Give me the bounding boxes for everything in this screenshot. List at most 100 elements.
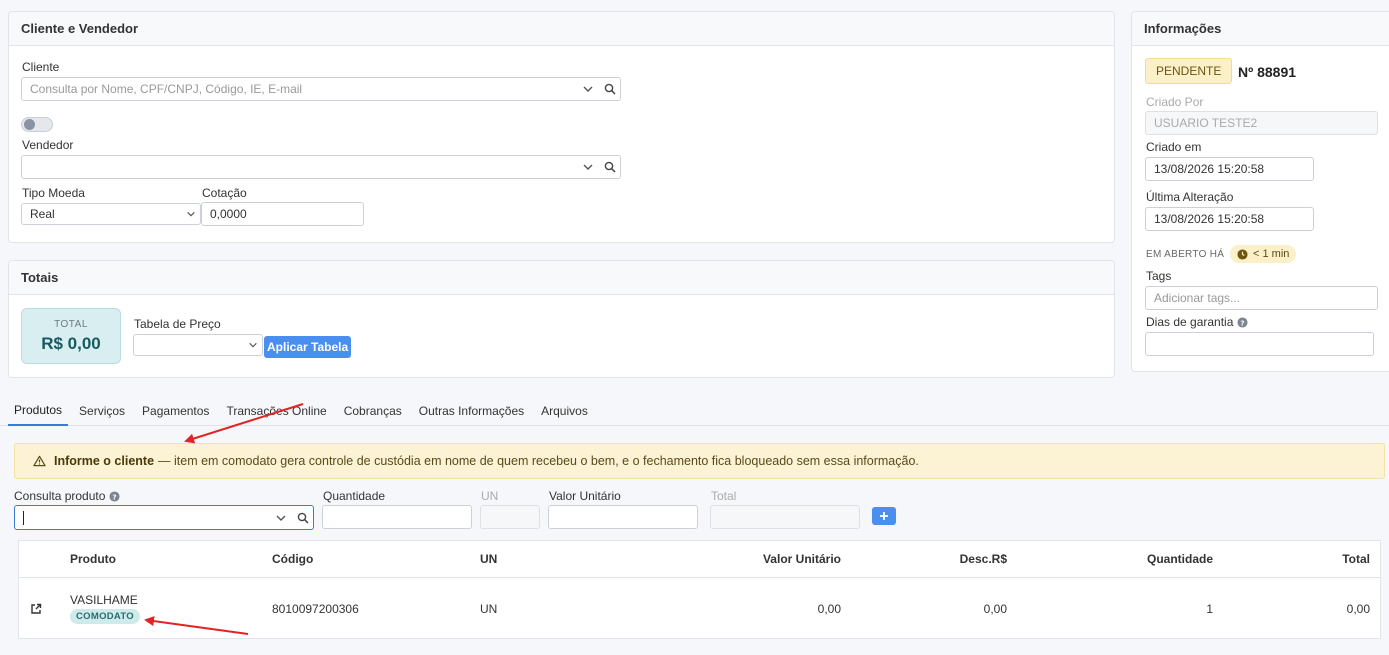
dias-garantia-input[interactable]	[1145, 332, 1374, 356]
consulta-produto-text: Consulta produto	[14, 489, 106, 503]
clock-icon	[1237, 248, 1248, 260]
em-aberto-value: < 1 min	[1253, 248, 1290, 260]
cliente-toggle[interactable]	[21, 117, 53, 132]
tab-arquivos[interactable]: Arquivos	[535, 396, 594, 426]
header-un: UN	[480, 552, 498, 566]
valor-unitario-cell: 0,00	[817, 601, 841, 616]
order-number: Nº 88891	[1238, 64, 1297, 80]
quantidade-input[interactable]	[322, 505, 472, 529]
valor-unitario-label: Valor Unitário	[549, 489, 621, 503]
tags-label: Tags	[1146, 269, 1172, 283]
tab-bar: Produtos Serviços Pagamentos Transações …	[0, 396, 1389, 426]
svg-text:?: ?	[113, 492, 117, 501]
help-icon[interactable]: ?	[1237, 316, 1248, 328]
header-desc: Desc.R$	[959, 552, 1007, 566]
tab-outras-informacoes[interactable]: Outras Informações	[413, 396, 530, 426]
tipo-moeda-value: Real	[30, 207, 55, 221]
tabela-preco-label: Tabela de Preço	[134, 317, 221, 331]
criado-em-field: 13/08/2026 15:20:58	[1145, 157, 1314, 181]
comodato-badge: COMODATO	[70, 609, 140, 624]
cotacao-value: 0,0000	[210, 207, 247, 221]
alert-text: — item em comodato gera controle de cust…	[158, 454, 919, 468]
alert-bold: Informe o cliente	[54, 454, 155, 468]
em-aberto-label: EM ABERTO HÁ	[1146, 249, 1225, 260]
table-header: Produto Código UN Valor Unitário Desc.R$…	[19, 541, 1380, 578]
codigo-cell: 8010097200306	[272, 601, 359, 616]
cliente-select[interactable]: Consulta por Nome, CPF/CNPJ, Código, IE,…	[21, 77, 621, 101]
header-quantidade: Quantidade	[1146, 552, 1213, 566]
help-icon[interactable]: ?	[109, 490, 120, 502]
status-badge: PENDENTE	[1145, 58, 1233, 84]
search-icon[interactable]	[604, 83, 616, 95]
open-row-button[interactable]	[30, 578, 42, 639]
valor-unitario-input[interactable]	[548, 505, 698, 529]
search-icon[interactable]	[604, 161, 616, 173]
chevron-down-icon[interactable]	[582, 83, 594, 95]
informacoes-panel: Informações PENDENTE Nº 88891 Criado Por…	[1131, 11, 1389, 372]
cliente-vendedor-panel: Cliente e Vendedor Cliente Consulta por …	[8, 11, 1115, 243]
total-label: Total	[711, 489, 737, 503]
ultima-alteracao-field: 13/08/2026 15:20:58	[1145, 207, 1314, 231]
cotacao-label: Cotação	[202, 186, 247, 200]
produto-cell: VASILHAME COMODATO	[70, 578, 140, 639]
external-link-icon[interactable]	[30, 603, 42, 615]
tab-produtos[interactable]: Produtos	[8, 396, 69, 426]
panel-title: Cliente e Vendedor	[9, 12, 1114, 46]
total-box: TOTAL R$ 0,00	[21, 308, 121, 364]
criado-por-value: USUARIO TESTE2	[1154, 116, 1258, 130]
tab-pagamentos[interactable]: Pagamentos	[136, 396, 215, 426]
panel-title: Informações	[1132, 12, 1389, 46]
total-label: TOTAL	[54, 319, 88, 330]
total-cell: 0,00	[1346, 601, 1370, 616]
totais-panel: Totais TOTAL R$ 0,00 Tabela de Preço Apl…	[8, 260, 1115, 378]
add-product-button[interactable]	[872, 507, 896, 525]
vendedor-label: Vendedor	[22, 138, 74, 152]
chevron-down-icon[interactable]	[275, 512, 287, 524]
text-cursor	[23, 510, 24, 525]
cliente-placeholder: Consulta por Nome, CPF/CNPJ, Código, IE,…	[30, 82, 303, 96]
products-table: Produto Código UN Valor Unitário Desc.R$…	[18, 540, 1381, 639]
tab-servicos[interactable]: Serviços	[73, 396, 131, 426]
header-codigo: Código	[272, 552, 314, 566]
plus-icon	[879, 511, 889, 521]
chevron-down-icon[interactable]	[582, 161, 594, 173]
toggle-knob	[24, 119, 35, 130]
criado-por-field: USUARIO TESTE2	[1145, 111, 1378, 135]
consulta-produto-select[interactable]	[14, 505, 314, 530]
un-cell: UN	[480, 601, 498, 616]
consulta-produto-label: Consulta produto ?	[14, 489, 120, 503]
dias-garantia-text: Dias de garantia	[1146, 315, 1234, 329]
quantidade-label: Quantidade	[323, 489, 386, 503]
tipo-moeda-select[interactable]: Real	[21, 203, 201, 225]
total-input	[710, 505, 860, 529]
tab-transacoes-online[interactable]: Transações Online	[220, 396, 332, 426]
vendedor-select[interactable]	[21, 155, 621, 179]
tags-placeholder: Adicionar tags...	[1154, 291, 1241, 305]
un-label: UN	[481, 489, 499, 503]
tab-cobrancas[interactable]: Cobranças	[338, 396, 408, 426]
cotacao-input[interactable]: 0,0000	[201, 202, 364, 226]
table-row[interactable]: VASILHAME COMODATO 8010097200306 UN 0,00…	[19, 578, 1380, 639]
panel-title: Totais	[9, 261, 1114, 295]
tipo-moeda-label: Tipo Moeda	[22, 186, 85, 200]
header-valor-unitario: Valor Unitário	[762, 552, 841, 566]
un-input	[480, 505, 540, 529]
em-aberto-chip: < 1 min	[1230, 245, 1297, 263]
quantidade-cell: 1	[1206, 601, 1213, 616]
header-produto: Produto	[70, 552, 116, 566]
produto-name: VASILHAME	[70, 593, 138, 607]
search-icon[interactable]	[297, 512, 309, 524]
warning-icon	[33, 455, 46, 467]
tags-input[interactable]: Adicionar tags...	[1145, 286, 1378, 310]
svg-text:?: ?	[1241, 318, 1245, 327]
criado-por-label: Criado Por	[1146, 95, 1204, 109]
aplicar-tabela-button[interactable]: Aplicar Tabela	[264, 336, 352, 358]
chevron-down-icon	[186, 209, 196, 219]
criado-em-value: 13/08/2026 15:20:58	[1154, 162, 1265, 176]
dias-garantia-label: Dias de garantia ?	[1146, 315, 1248, 329]
chevron-down-icon	[248, 340, 258, 350]
total-value: R$ 0,00	[41, 334, 101, 353]
ultima-alteracao-label: Última Alteração	[1146, 190, 1234, 204]
tabela-preco-select[interactable]	[133, 334, 263, 356]
warning-alert: Informe o cliente — item em comodato ger…	[14, 443, 1385, 479]
